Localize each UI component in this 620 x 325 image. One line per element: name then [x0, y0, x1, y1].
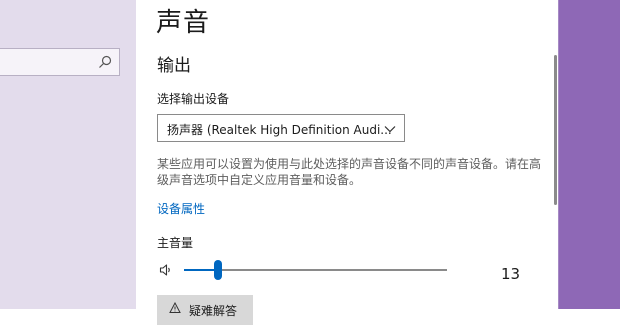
troubleshoot-button[interactable]: 疑难解答	[157, 295, 253, 325]
warning-icon	[169, 302, 181, 313]
volume-value: 13	[501, 265, 521, 283]
master-volume-label: 主音量	[157, 236, 194, 250]
volume-slider-thumb[interactable]	[214, 260, 222, 280]
volume-slider-fill	[184, 269, 218, 271]
output-device-value: 扬声器 (Realtek High Definition Audi...	[167, 123, 392, 137]
page-title: 声音	[156, 8, 211, 38]
search-icon[interactable]	[97, 54, 113, 70]
output-description: 某些应用可以设置为使用与此处选择的声音设备不同的声音设备。请在高级声音选项中自定…	[157, 157, 542, 187]
output-section-title: 输出	[157, 56, 191, 76]
sound-settings-content	[136, 0, 558, 309]
output-device-label: 选择输出设备	[157, 92, 230, 106]
troubleshoot-label: 疑难解答	[189, 304, 238, 318]
speaker-icon[interactable]	[159, 263, 173, 277]
output-device-select[interactable]: 扬声器 (Realtek High Definition Audi...	[157, 114, 405, 142]
master-volume-slider[interactable]	[184, 260, 447, 280]
settings-search-input[interactable]	[0, 48, 120, 76]
right-background-pane	[558, 0, 620, 309]
chevron-down-icon	[384, 126, 396, 133]
left-navigation-pane	[0, 0, 136, 309]
content-scrollbar[interactable]	[554, 55, 557, 205]
device-properties-link[interactable]: 设备属性	[157, 200, 205, 217]
